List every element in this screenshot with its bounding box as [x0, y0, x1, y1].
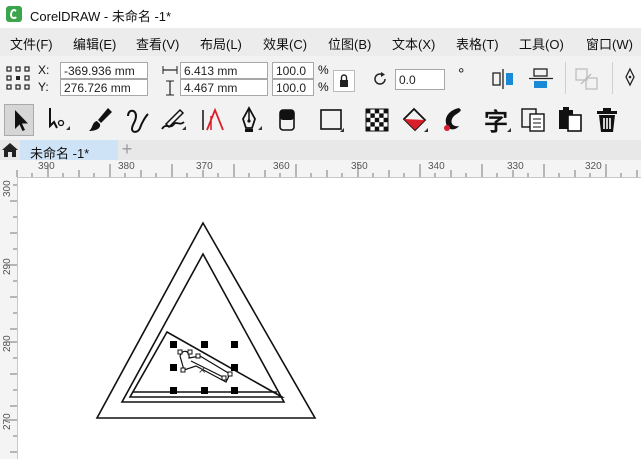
separator [612, 62, 613, 94]
ruler-h-label: 380 [118, 161, 135, 172]
menu-bitmaps[interactable]: 位图(B) [328, 34, 371, 53]
degree-label: ° [458, 66, 465, 83]
x-position-field[interactable]: -369.936 mm [60, 62, 148, 79]
arrange-disabled-icon [575, 68, 598, 90]
drawing-canvas[interactable]: × [18, 178, 641, 459]
menu-file[interactable]: 文件(F) [10, 34, 53, 53]
smart-fill-icon[interactable] [437, 104, 467, 136]
title-bar: CorelDRAW - 未命名 -1* [0, 0, 641, 28]
drawing: × [95, 221, 317, 419]
interactive-fill-icon[interactable] [400, 104, 430, 136]
pick-tool-button[interactable] [4, 104, 34, 136]
menu-window[interactable]: 窗口(W) [586, 34, 633, 53]
menu-edit[interactable]: 编辑(E) [73, 34, 116, 53]
shape-tool-icon[interactable] [42, 104, 72, 136]
height-icon [166, 80, 174, 96]
scale-height-field[interactable]: 100.0 [272, 79, 314, 96]
ruler-h-label: 370 [196, 161, 213, 172]
coreldraw-logo-icon [6, 6, 22, 22]
menu-effects[interactable]: 效果(C) [263, 34, 307, 53]
rectangle-tool-icon[interactable] [316, 104, 346, 136]
ruler-v-label: 290 [2, 258, 13, 275]
copy-properties-icon[interactable] [518, 104, 548, 136]
ruler-h-label: 330 [507, 161, 524, 172]
scale-width-field[interactable]: 100.0 [272, 62, 314, 79]
pen-nib-icon[interactable] [622, 67, 638, 89]
paintbrush-icon[interactable] [86, 104, 116, 136]
ruler-h-label: 350 [351, 161, 368, 172]
document-tab[interactable]: 未命名 -1* [20, 140, 118, 161]
width-icon [162, 66, 178, 74]
menu-view[interactable]: 查看(V) [136, 34, 179, 53]
ruler-v-label: 280 [2, 335, 13, 352]
welcome-home-tab[interactable] [0, 140, 20, 160]
y-label: Y: [38, 80, 49, 94]
ruler-v-label: 270 [2, 413, 13, 430]
text-tool-icon[interactable]: 字 [481, 104, 511, 136]
mirror-horizontal-icon[interactable] [490, 67, 518, 91]
lock-ratio-button[interactable] [333, 70, 355, 92]
horizontal-ruler[interactable]: 390 380 370 360 350 340 330 320 [0, 160, 641, 178]
dimension-tool-icon[interactable] [197, 104, 227, 136]
paste-clipboard-icon[interactable] [555, 104, 585, 136]
toolbox: 字 [0, 100, 641, 141]
percent-label: % [318, 80, 329, 94]
menu-text[interactable]: 文本(X) [392, 34, 435, 53]
lock-icon [340, 74, 348, 87]
ruler-ticks [16, 164, 638, 177]
menu-tools[interactable]: 工具(O) [519, 34, 564, 53]
ruler-v-label: 300 [2, 180, 13, 197]
pointer-arrow-icon [15, 110, 28, 131]
width-field[interactable]: 6.413 mm [180, 62, 268, 79]
property-bar: X: -369.936 mm Y: 276.726 mm 6.413 mm 4.… [0, 56, 641, 101]
rotate-icon [374, 72, 386, 85]
vertical-ruler[interactable]: 300 290 280 270 [0, 177, 18, 459]
height-field[interactable]: 4.467 mm [180, 79, 268, 96]
ruler-h-label: 360 [273, 161, 290, 172]
window-title: CorelDRAW - 未命名 -1* [30, 9, 172, 24]
ruler-h-label: 340 [428, 161, 445, 172]
object-origin-icon[interactable] [5, 64, 31, 92]
delete-trash-icon[interactable] [592, 104, 622, 136]
percent-label: % [318, 63, 329, 77]
transparency-checker-icon[interactable] [362, 104, 392, 136]
svg-text:×: × [198, 365, 206, 376]
mirror-vertical-icon[interactable] [527, 67, 555, 91]
artistic-media-icon[interactable] [158, 104, 188, 136]
new-document-tab-button[interactable]: + [118, 140, 136, 160]
ruler-h-label: 320 [585, 161, 602, 172]
separator [565, 62, 566, 94]
rotation-field[interactable]: 0.0 [395, 69, 445, 90]
selected-object: × [177, 349, 233, 383]
x-label: X: [38, 63, 50, 77]
eraser-icon[interactable] [272, 104, 302, 136]
freehand-curve-icon[interactable] [122, 104, 152, 136]
pen-tool-icon[interactable] [234, 104, 264, 136]
menu-table[interactable]: 表格(T) [456, 34, 499, 53]
document-tabs: 未命名 -1* + [0, 140, 641, 161]
svg-text:字: 字 [484, 108, 508, 136]
menu-layout[interactable]: 布局(L) [200, 34, 242, 53]
home-icon [2, 143, 18, 157]
ruler-h-label: 390 [38, 161, 55, 172]
menu-bar: 文件(F) 编辑(E) 查看(V) 布局(L) 效果(C) 位图(B) 文本(X… [0, 28, 641, 56]
y-position-field[interactable]: 276.726 mm [60, 79, 148, 96]
